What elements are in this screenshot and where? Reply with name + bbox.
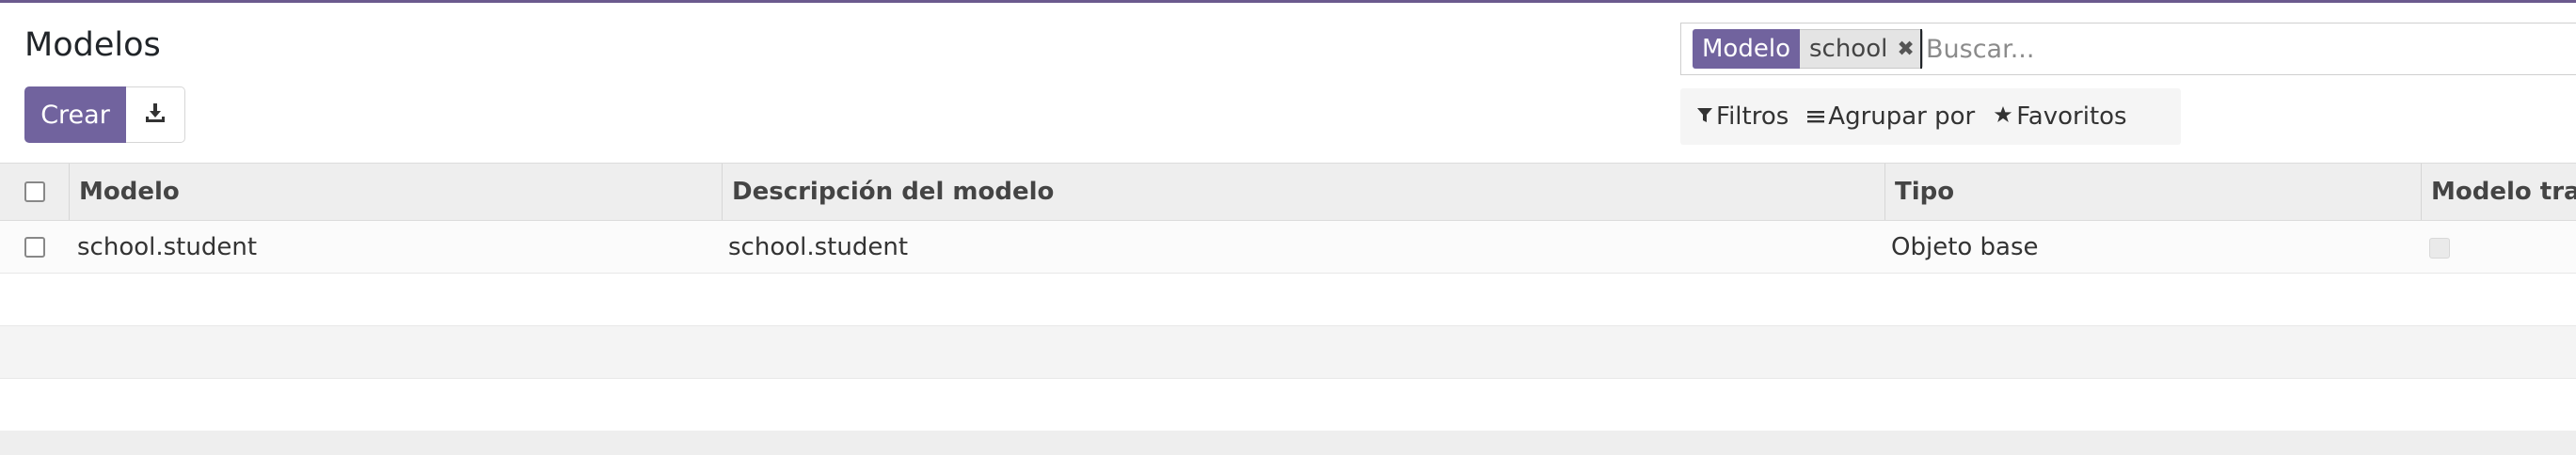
page-title: Modelos	[24, 26, 161, 64]
select-all-checkbox[interactable]	[24, 181, 45, 202]
filter-icon	[1697, 102, 1716, 131]
column-header-description[interactable]: Descripción del modelo	[722, 164, 1884, 220]
favorites-label: Favoritos	[2016, 102, 2127, 131]
facet-label: Modelo	[1693, 29, 1800, 69]
download-button[interactable]	[126, 86, 185, 143]
search-options-bar: Filtros Agrupar por Favoritos	[1680, 88, 2181, 145]
facet-value-chip: school ✖	[1799, 29, 1923, 69]
top-accent-line	[0, 0, 2576, 3]
cell-description: school.student	[728, 232, 909, 261]
models-table: Modelo Descripción del modelo Tipo Model…	[0, 163, 2576, 379]
search-box[interactable]: Modelo school ✖	[1680, 23, 2576, 75]
column-header-transient[interactable]: Modelo tran	[2421, 164, 2576, 220]
cell-transient-checkbox	[2429, 238, 2450, 259]
search-input[interactable]	[1920, 29, 2490, 69]
column-header-model[interactable]: Modelo	[69, 164, 722, 220]
empty-row	[0, 274, 2576, 326]
list-icon	[1807, 102, 1828, 131]
star-icon	[1994, 102, 2016, 131]
cell-model: school.student	[77, 232, 258, 261]
favorites-button[interactable]: Favoritos	[1994, 102, 2127, 131]
search-facet: Modelo school ✖	[1693, 29, 1923, 69]
filters-button[interactable]: Filtros	[1697, 102, 1789, 131]
table-footer-band	[0, 431, 2576, 455]
group-by-button[interactable]: Agrupar por	[1807, 102, 1975, 131]
download-icon	[144, 102, 167, 128]
empty-row	[0, 326, 2576, 379]
column-header-type[interactable]: Tipo	[1884, 164, 2421, 220]
row-checkbox[interactable]	[24, 237, 45, 258]
table-header: Modelo Descripción del modelo Tipo Model…	[0, 163, 2576, 221]
group-by-label: Agrupar por	[1828, 102, 1976, 131]
create-button[interactable]: Crear	[24, 86, 126, 143]
cell-type: Objeto base	[1891, 232, 2039, 261]
remove-facet-icon[interactable]: ✖	[1897, 38, 1914, 61]
filters-label: Filtros	[1716, 102, 1789, 131]
facet-value: school	[1808, 35, 1888, 63]
table-row[interactable]: school.student school.student Objeto bas…	[0, 221, 2576, 274]
